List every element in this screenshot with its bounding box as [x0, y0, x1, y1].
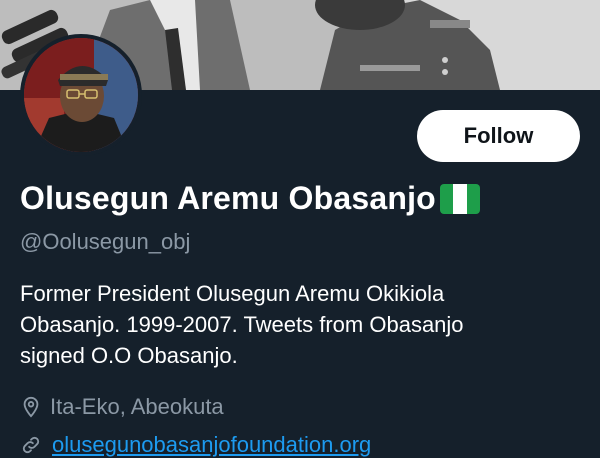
nigeria-flag-icon	[439, 183, 480, 214]
profile-location: Ita-Eko, Abeokuta	[20, 394, 224, 420]
link-icon	[22, 436, 40, 454]
profile-bio: Former President Olusegun Aremu Okikiola…	[20, 278, 580, 371]
profile-handle: @Oolusegun_obj	[20, 229, 191, 254]
location-text: Ita-Eko, Abeokuta	[50, 394, 224, 419]
profile-website: olusegunobasanjofoundation.org	[20, 432, 371, 458]
profile-name-row: Olusegun Aremu Obasanjo	[20, 180, 480, 217]
location-pin-icon	[23, 396, 39, 418]
follow-button[interactable]: Follow	[417, 110, 580, 162]
bio-line: Obasanjo. 1999-2007. Tweets from Obasanj…	[20, 312, 464, 337]
bio-line: Former President Olusegun Aremu Okikiola	[20, 281, 445, 306]
profile-name: Olusegun Aremu Obasanjo	[20, 180, 436, 216]
bio-line: signed O.O Obasanjo.	[20, 343, 238, 368]
website-link[interactable]: olusegunobasanjofoundation.org	[52, 432, 371, 458]
profile-avatar[interactable]	[20, 34, 142, 156]
avatar-photo	[24, 38, 138, 152]
